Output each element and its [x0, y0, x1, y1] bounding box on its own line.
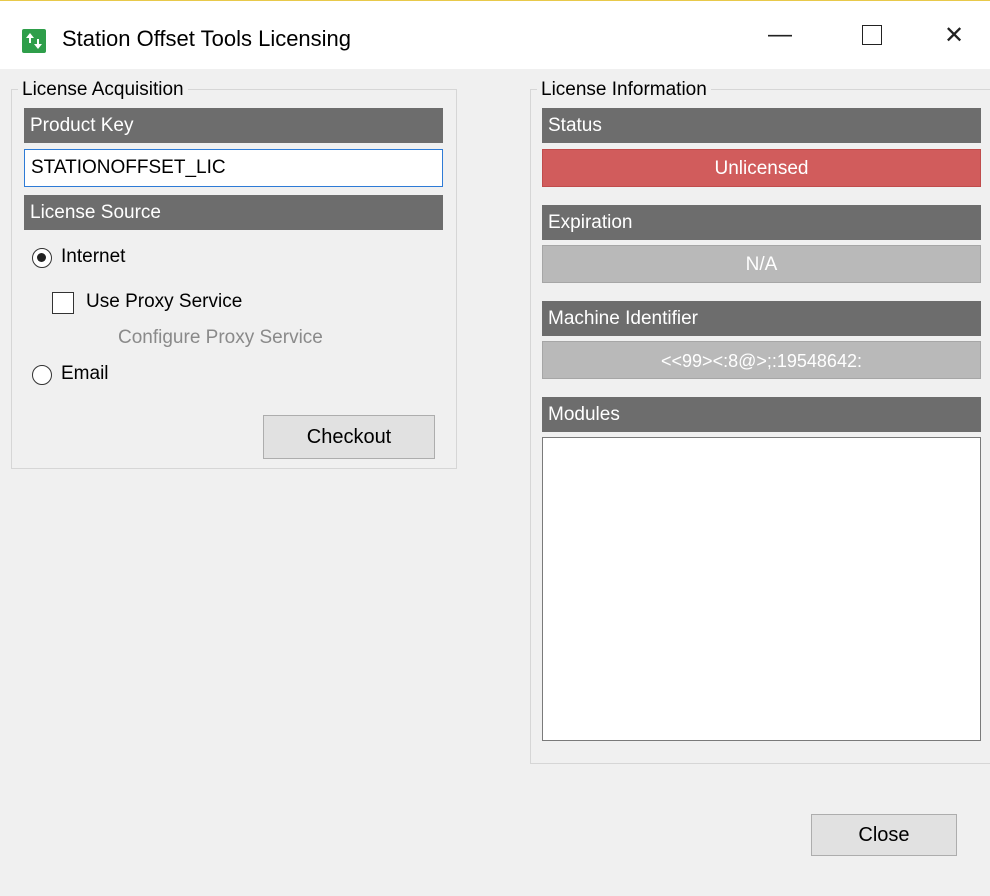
expiration-value: N/A: [542, 245, 981, 283]
license-acquisition-label: License Acquisition: [18, 79, 188, 101]
email-label[interactable]: Email: [61, 363, 109, 385]
use-proxy-label[interactable]: Use Proxy Service: [86, 291, 242, 313]
close-button[interactable]: Close: [811, 814, 957, 856]
close-icon: ✕: [943, 21, 965, 49]
internet-label[interactable]: Internet: [61, 246, 125, 268]
use-proxy-checkbox[interactable]: [52, 292, 74, 314]
modules-list[interactable]: [542, 437, 981, 741]
license-source-header: License Source: [24, 195, 443, 230]
close-window-button[interactable]: ✕: [918, 1, 990, 69]
product-key-input[interactable]: STATIONOFFSET_LIC: [24, 149, 443, 187]
minimize-icon: —: [768, 21, 792, 48]
status-badge: Unlicensed: [542, 149, 981, 187]
expiration-header: Expiration: [542, 205, 981, 240]
licensing-window: Station Offset Tools Licensing — ✕ Licen…: [0, 0, 990, 896]
product-key-header: Product Key: [24, 108, 443, 143]
license-information-label: License Information: [537, 79, 711, 101]
checkout-button[interactable]: Checkout: [263, 415, 435, 459]
maximize-icon: [862, 25, 882, 45]
app-icon: [22, 29, 46, 53]
minimize-button[interactable]: —: [734, 1, 826, 69]
internet-radio[interactable]: [32, 248, 52, 268]
window-title: Station Offset Tools Licensing: [62, 26, 352, 51]
status-header: Status: [542, 108, 981, 143]
configure-proxy-link[interactable]: Configure Proxy Service: [118, 327, 323, 349]
email-radio[interactable]: [32, 365, 52, 385]
title-bar: Station Offset Tools Licensing — ✕: [0, 1, 990, 69]
maximize-button[interactable]: [826, 1, 918, 69]
machine-identifier-header: Machine Identifier: [542, 301, 981, 336]
license-acquisition-group: License Acquisition: [11, 79, 457, 469]
machine-identifier-value: <<99><:8@>;:19548642:: [542, 341, 981, 379]
modules-header: Modules: [542, 397, 981, 432]
